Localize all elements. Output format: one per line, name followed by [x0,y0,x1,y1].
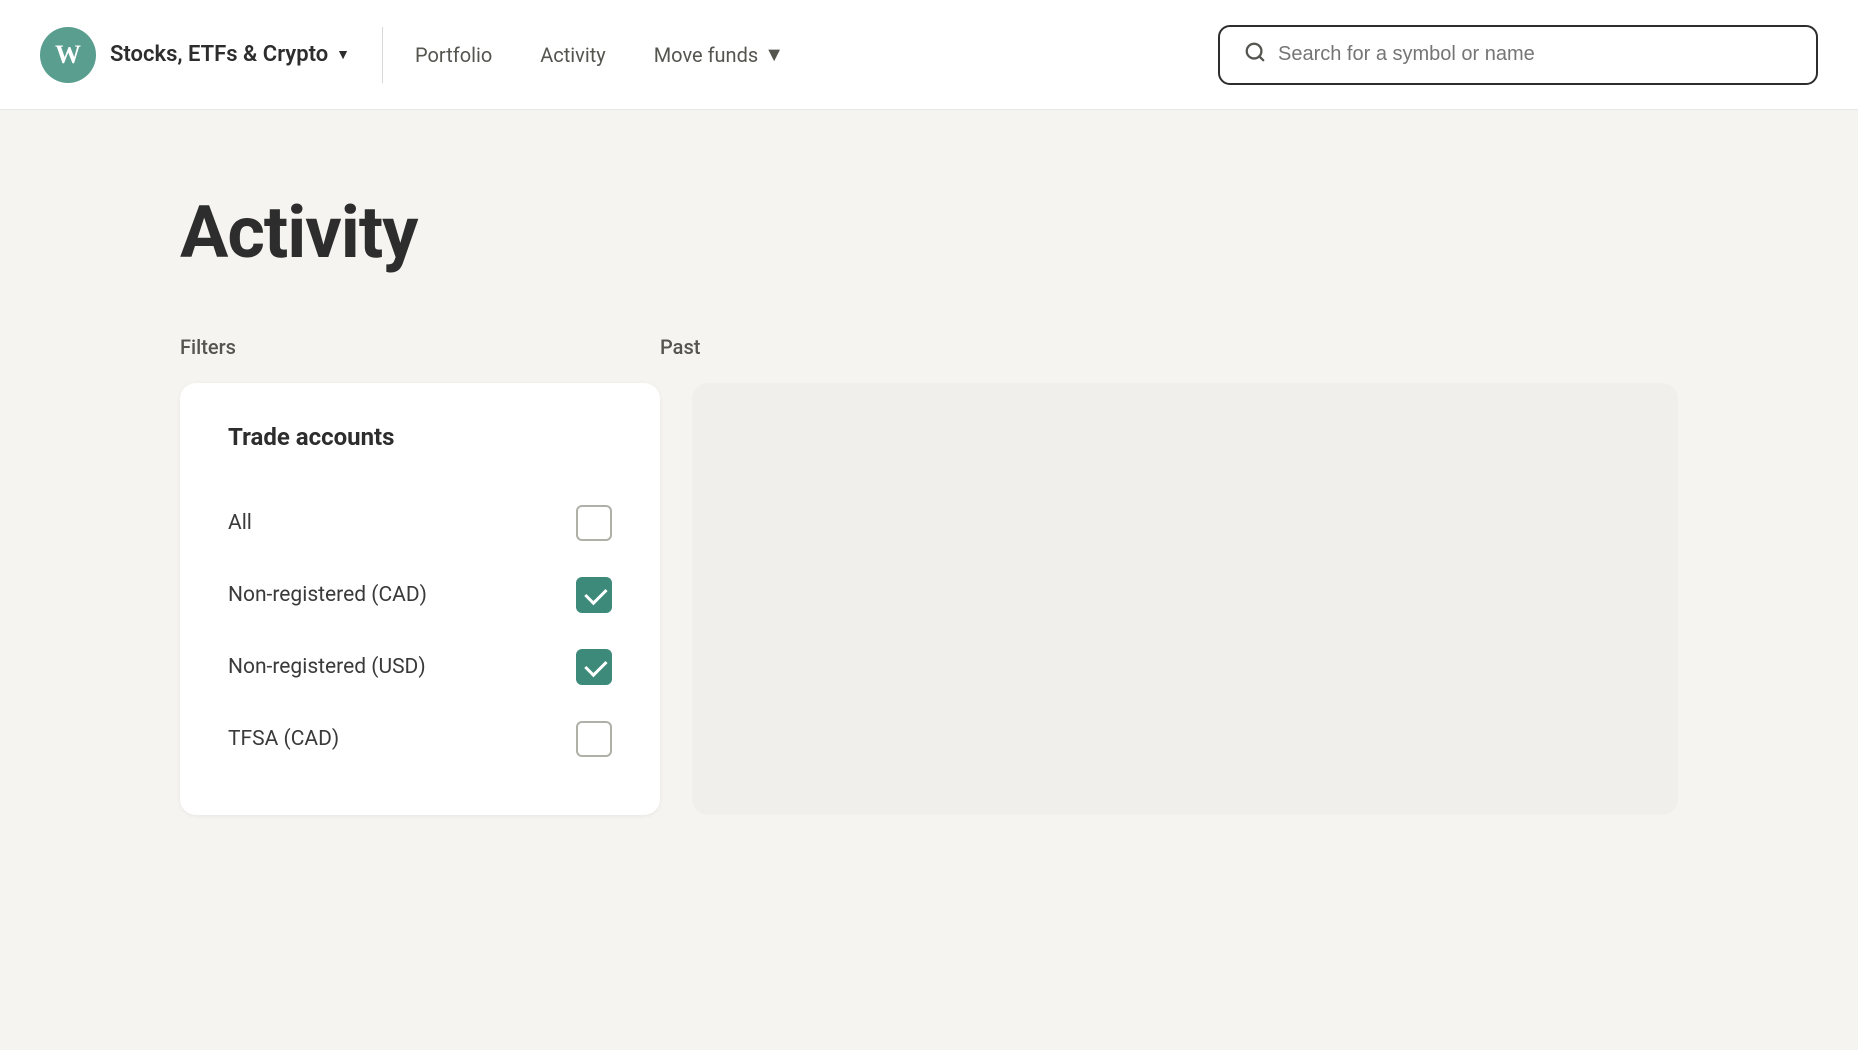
filter-item-tfsa-cad: TFSA (CAD) [228,703,612,775]
brand-chevron-icon: ▼ [336,46,350,63]
page-title: Activity [180,190,1678,275]
checkbox-tfsa-cad[interactable] [576,721,612,757]
filter-label-tfsa-cad: TFSA (CAD) [228,727,339,751]
search-box[interactable] [1218,25,1818,85]
nav-links: Portfolio Activity Move funds ▼ [415,42,1218,67]
filter-item-non-reg-usd: Non-registered (USD) [228,631,612,703]
filters-row: Filters Past [180,335,1678,359]
checkbox-non-reg-cad[interactable] [576,577,612,613]
content-area: Trade accounts All Non-registered (CAD) [180,383,1678,815]
nav-move-funds[interactable]: Move funds ▼ [654,42,784,67]
nav-move-funds-label: Move funds [654,43,758,67]
search-icon [1244,41,1266,69]
nav-activity[interactable]: Activity [540,43,605,67]
filter-item-non-reg-cad: Non-registered (CAD) [228,559,612,631]
filter-label-non-reg-cad: Non-registered (CAD) [228,583,427,607]
checkbox-non-reg-usd[interactable] [576,649,612,685]
nav-portfolio[interactable]: Portfolio [415,43,492,67]
search-input[interactable] [1278,43,1792,66]
filter-card: Trade accounts All Non-registered (CAD) [180,383,660,815]
filter-card-title: Trade accounts [228,423,612,451]
brand-dropdown[interactable]: Stocks, ETFs & Crypto ▼ [110,42,350,67]
header: W Stocks, ETFs & Crypto ▼ Portfolio Acti… [0,0,1858,110]
checkbox-all[interactable] [576,505,612,541]
logo-icon: W [40,27,96,83]
logo-area[interactable]: W Stocks, ETFs & Crypto ▼ [40,27,383,83]
main-content: Activity Filters Past Trade accounts All… [0,110,1858,875]
past-label: Past [660,335,700,359]
right-content-area [692,383,1678,815]
filters-label: Filters [180,335,660,359]
filter-label-all: All [228,511,252,535]
search-area [1218,25,1818,85]
brand-label-text: Stocks, ETFs & Crypto [110,42,328,67]
move-funds-chevron-icon: ▼ [764,42,784,67]
filter-label-non-reg-usd: Non-registered (USD) [228,655,426,679]
filter-item-all: All [228,487,612,559]
